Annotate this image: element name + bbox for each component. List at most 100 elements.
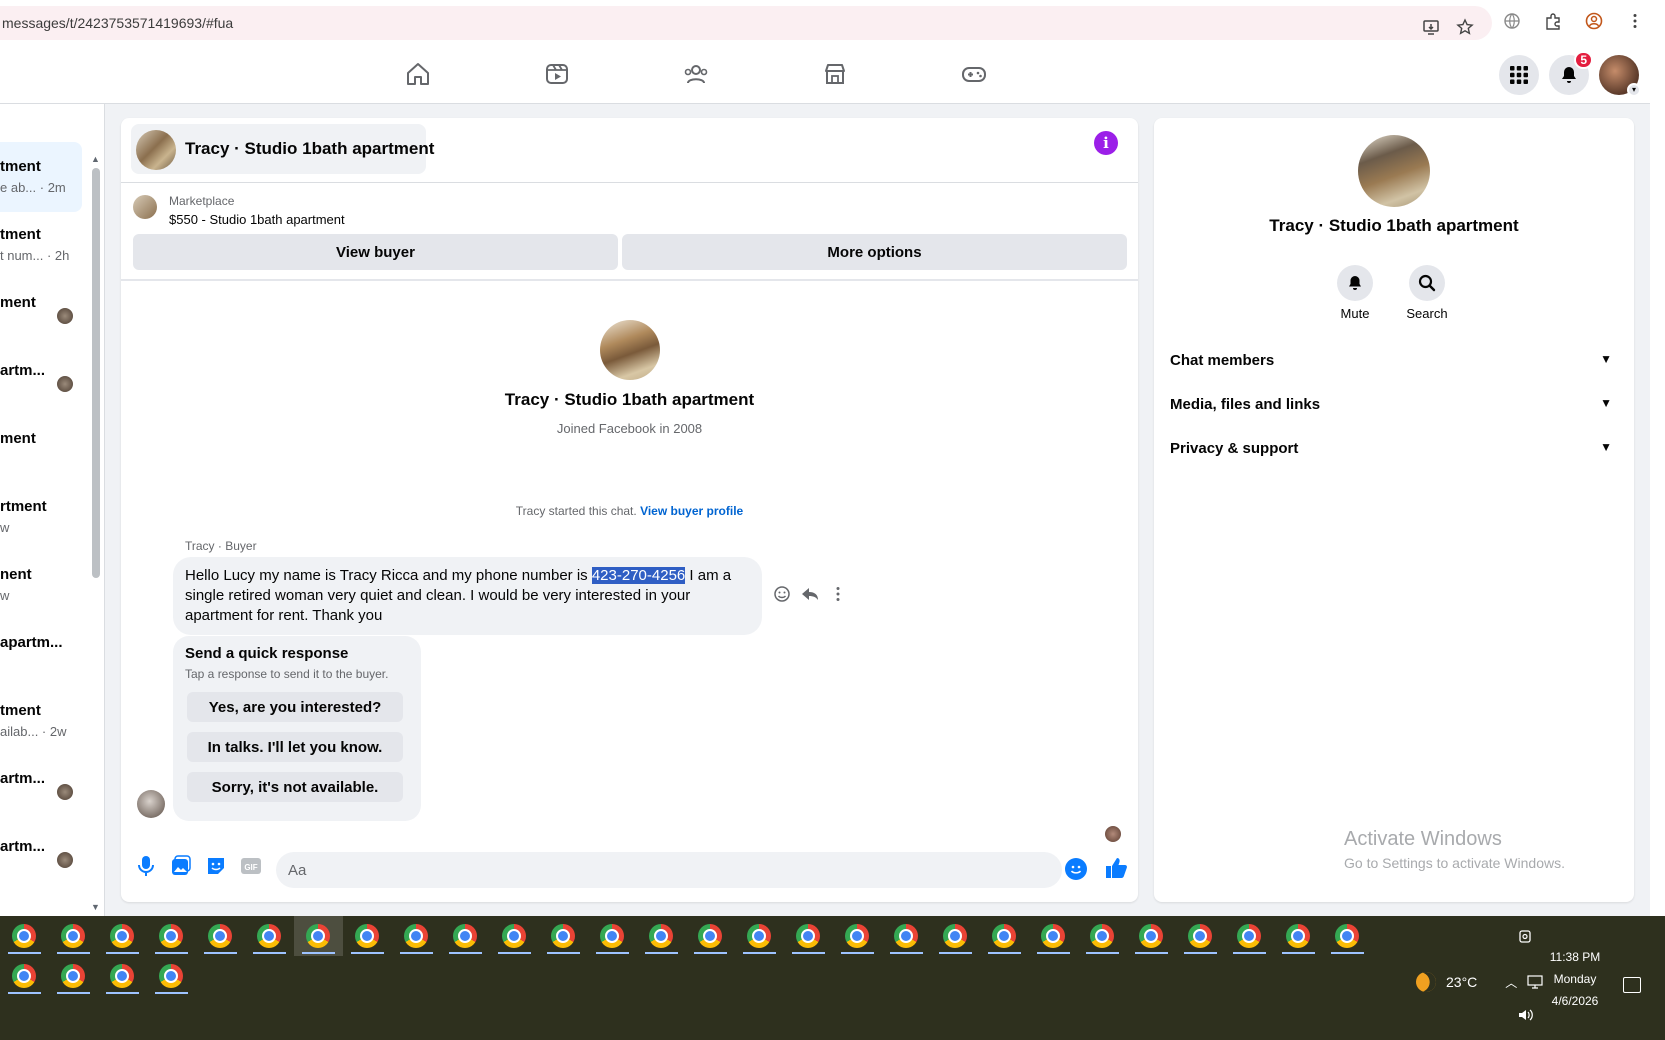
taskbar-chrome-window[interactable] xyxy=(1323,916,1372,956)
chat-list-scrollbar[interactable] xyxy=(92,168,100,578)
gaming-icon[interactable] xyxy=(961,61,987,87)
chat-list-item[interactable]: artm... xyxy=(0,822,82,892)
listing-title[interactable]: $550 - Studio 1bath apartment xyxy=(169,212,345,227)
privacy-support-section[interactable]: Privacy & support ▼ xyxy=(1170,436,1618,466)
taskbar-chrome-window[interactable] xyxy=(1274,916,1323,956)
taskbar-chrome-window[interactable] xyxy=(147,916,196,956)
page-scrollbar[interactable] xyxy=(1650,46,1665,916)
taskbar-chrome-window[interactable] xyxy=(392,916,441,956)
chat-list-item[interactable]: apartm... xyxy=(0,618,82,688)
quick-response-button[interactable]: Yes, are you interested? xyxy=(187,692,403,722)
taskbar-chrome-window[interactable] xyxy=(1127,916,1176,956)
taskbar-chrome-window[interactable] xyxy=(196,916,245,956)
gif-icon[interactable]: GIF xyxy=(239,854,263,878)
mute-button[interactable]: Mute xyxy=(1320,265,1390,321)
taskbar-chrome-window[interactable] xyxy=(1078,916,1127,956)
taskbar-chrome-window[interactable] xyxy=(882,916,931,956)
network-icon[interactable] xyxy=(1527,975,1543,989)
view-buyer-button[interactable]: View buyer xyxy=(133,234,618,270)
account-avatar[interactable]: ▾ xyxy=(1599,55,1641,97)
chat-list-item[interactable]: ment xyxy=(0,414,82,484)
volume-icon[interactable] xyxy=(1518,1008,1534,1022)
info-icon[interactable]: i xyxy=(1094,131,1118,155)
details-avatar[interactable] xyxy=(1358,135,1430,207)
translate-icon[interactable] xyxy=(1503,12,1521,30)
taskbar-chrome-window[interactable] xyxy=(637,916,686,956)
notifications-button[interactable]: 5 xyxy=(1549,51,1593,95)
scroll-up-arrow[interactable]: ▲ xyxy=(91,154,100,164)
taskbar-chrome-window[interactable] xyxy=(1225,916,1274,956)
media-files-links-section[interactable]: Media, files and links ▼ xyxy=(1170,392,1618,422)
scroll-down-arrow[interactable]: ▼ xyxy=(91,902,100,912)
message-bubble[interactable]: Hello Lucy my name is Tracy Ricca and my… xyxy=(173,557,762,635)
groups-icon[interactable] xyxy=(683,61,709,87)
clock[interactable]: 11:38 PM Monday 4/6/2026 xyxy=(1545,946,1605,1012)
profile-avatar[interactable] xyxy=(600,320,660,380)
extensions-icon[interactable] xyxy=(1544,12,1562,30)
chat-list-item[interactable]: tment e ab... · 2m xyxy=(0,142,82,212)
thumbs-up-icon[interactable] xyxy=(1103,855,1129,881)
search-button[interactable]: Search xyxy=(1392,265,1462,321)
taskbar-chrome-window[interactable] xyxy=(98,956,147,996)
taskbar-chrome-window[interactable] xyxy=(980,916,1029,956)
message-input[interactable] xyxy=(276,852,1062,888)
chat-list-item[interactable]: nent w xyxy=(0,550,82,620)
react-emoji-icon[interactable] xyxy=(773,585,791,603)
taskbar-chrome-window[interactable] xyxy=(343,916,392,956)
taskbar-chrome-window[interactable] xyxy=(245,916,294,956)
chat-list-item[interactable]: tment t num... · 2h xyxy=(0,210,82,280)
taskbar-chrome-window[interactable] xyxy=(686,916,735,956)
chat-members-section[interactable]: Chat members ▼ xyxy=(1170,348,1618,378)
more-options-button[interactable]: More options xyxy=(622,234,1127,270)
chat-list-item[interactable]: ment xyxy=(0,278,82,348)
chat-list-item[interactable]: artm... xyxy=(0,346,82,416)
taskbar-chrome-window[interactable] xyxy=(147,956,196,996)
taskbar-chrome-window[interactable] xyxy=(294,916,343,956)
chat-list-item[interactable]: rtment w xyxy=(0,482,82,552)
chevron-up-icon[interactable]: ︿ xyxy=(1505,974,1517,991)
photo-icon[interactable] xyxy=(169,854,193,878)
taskbar-chrome-window[interactable] xyxy=(441,916,490,956)
taskbar-chrome-window[interactable] xyxy=(1176,916,1225,956)
taskbar-chrome-window[interactable] xyxy=(49,916,98,956)
taskbar-chrome-window[interactable] xyxy=(784,916,833,956)
chat-list-item[interactable]: tment ailab... · 2w xyxy=(0,686,82,756)
quick-response-button[interactable]: In talks. I'll let you know. xyxy=(187,732,403,762)
home-icon[interactable] xyxy=(405,61,431,87)
address-bar[interactable]: messages/t/2423753571419693/#fua xyxy=(0,6,1492,40)
url-text[interactable]: messages/t/2423753571419693/#fua xyxy=(2,15,233,31)
view-buyer-profile-link[interactable]: View buyer profile xyxy=(640,504,743,518)
temperature[interactable]: 23°C xyxy=(1446,974,1477,990)
taskbar-chrome-window[interactable] xyxy=(49,956,98,996)
marketplace-icon[interactable] xyxy=(822,61,848,87)
microphone-icon[interactable] xyxy=(134,854,158,878)
phone-number-highlight[interactable]: 423-270-4256 xyxy=(591,567,686,584)
taskbar-chrome-window[interactable] xyxy=(1029,916,1078,956)
taskbar-chrome-window[interactable] xyxy=(588,916,637,956)
taskbar-chrome-window[interactable] xyxy=(539,916,588,956)
emoji-icon[interactable] xyxy=(1065,858,1087,880)
taskbar-chrome-window[interactable] xyxy=(0,916,49,956)
running-indicator xyxy=(57,952,90,954)
taskbar-chrome-window[interactable] xyxy=(735,916,784,956)
taskbar-chrome-window[interactable] xyxy=(98,916,147,956)
action-center-icon[interactable] xyxy=(1623,977,1641,993)
taskbar-chrome-window[interactable] xyxy=(0,956,49,996)
install-app-icon[interactable] xyxy=(1422,18,1440,36)
taskbar-chrome-window[interactable] xyxy=(931,916,980,956)
quick-response-button[interactable]: Sorry, it's not available. xyxy=(187,772,403,802)
sticker-icon[interactable] xyxy=(204,854,228,878)
taskbar-chrome-window[interactable] xyxy=(833,916,882,956)
chat-list-item[interactable]: artm... xyxy=(0,754,82,824)
meet-now-icon[interactable] xyxy=(1518,928,1532,944)
profile-icon[interactable] xyxy=(1585,12,1603,30)
watch-icon[interactable] xyxy=(544,61,570,87)
buyer-avatar xyxy=(137,790,165,818)
conversation-header[interactable]: Tracy · Studio 1bath apartment xyxy=(131,124,434,174)
more-vertical-icon[interactable] xyxy=(829,585,847,603)
reply-icon[interactable] xyxy=(801,585,819,603)
taskbar-chrome-window[interactable] xyxy=(490,916,539,956)
menu-grid-button[interactable] xyxy=(1499,55,1539,95)
bookmark-star-icon[interactable] xyxy=(1456,18,1474,36)
browser-menu-icon[interactable] xyxy=(1626,12,1644,30)
